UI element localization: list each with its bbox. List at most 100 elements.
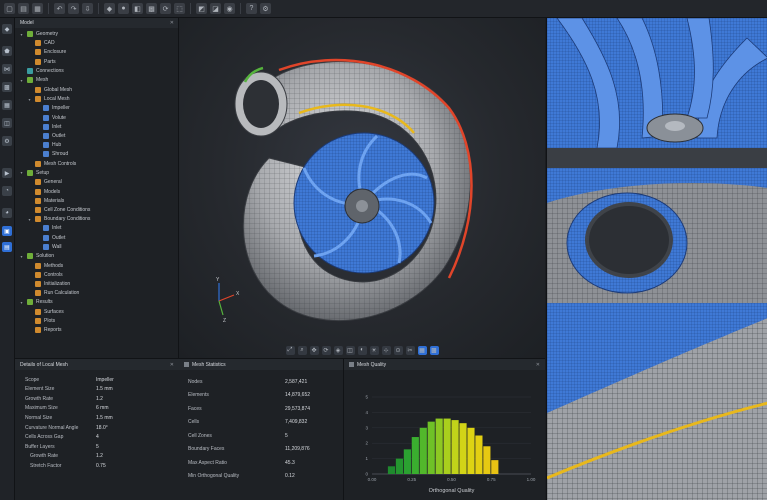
new-file-icon[interactable]: ▢ <box>4 3 15 14</box>
tree-item[interactable]: ▾ Boundary Conditions <box>27 215 90 223</box>
results-rail-icon[interactable]: ◔ <box>2 186 12 196</box>
clip-icon[interactable]: ✂ <box>405 345 415 355</box>
tree-item[interactable]: ▾ Solution <box>19 252 54 260</box>
section-view-icon[interactable]: ◐ <box>357 345 367 355</box>
tree-item[interactable]: Impeller <box>35 104 70 112</box>
tree-item[interactable]: Surfaces <box>27 308 64 316</box>
help-icon[interactable]: ? <box>246 3 257 14</box>
tree-item[interactable]: CAD <box>27 39 55 47</box>
tree-item[interactable]: Shroud <box>35 150 68 158</box>
details-value[interactable]: 18.0° <box>96 425 108 431</box>
geometry-rail-icon[interactable]: ⬟ <box>2 46 12 56</box>
fit-view-icon[interactable]: ⤢ <box>285 345 295 355</box>
close-icon[interactable]: ✕ <box>536 362 540 368</box>
tree-item[interactable]: Initialization <box>27 280 70 288</box>
rotate-view-icon[interactable]: ⟳ <box>321 345 331 355</box>
impeller-closeup-view[interactable] <box>546 18 767 168</box>
light-icon[interactable]: ☀ <box>369 345 379 355</box>
details-value[interactable]: 1.5 mm <box>96 415 113 421</box>
tree-item[interactable]: Global Mesh <box>27 86 72 94</box>
probe-icon[interactable]: ⊙ <box>393 345 403 355</box>
open-file-icon[interactable]: ▤ <box>18 3 29 14</box>
tree-item[interactable]: Inlet <box>35 224 61 232</box>
chevron-down-icon[interactable]: ▾ <box>19 300 24 305</box>
camera-icon[interactable]: ◉ <box>224 3 235 14</box>
tree-item[interactable]: Mesh Controls <box>27 160 76 168</box>
redo-icon[interactable]: ↷ <box>68 3 79 14</box>
details-value[interactable]: 6 mm <box>96 405 109 411</box>
graphics-viewport[interactable]: Y X Z <box>179 18 545 358</box>
volute-closeup-view[interactable] <box>546 303 767 500</box>
tree-item[interactable]: ▾ Local Mesh <box>27 95 70 103</box>
close-icon[interactable]: ✕ <box>170 362 174 368</box>
settings-icon[interactable]: ⚙ <box>260 3 271 14</box>
chevron-down-icon[interactable]: ▾ <box>19 170 24 175</box>
report-rail-icon[interactable]: ▤ <box>2 242 12 252</box>
view-front-icon[interactable]: ◩ <box>196 3 207 14</box>
connections-rail-icon[interactable]: ⋈ <box>2 64 12 74</box>
undo-icon[interactable]: ↶ <box>54 3 65 14</box>
local-mesh-rail-icon[interactable]: ▦ <box>2 100 12 110</box>
details-value[interactable]: 1.5 mm <box>96 386 113 392</box>
tree-item[interactable]: Outlet <box>35 132 65 140</box>
tree-item[interactable]: Plots <box>27 317 55 325</box>
edges-display-icon[interactable]: ▩ <box>429 345 439 355</box>
close-icon[interactable]: ✕ <box>170 20 174 26</box>
tree-item[interactable]: Parts <box>27 58 56 66</box>
rotate-tool-icon[interactable]: ⟳ <box>160 3 171 14</box>
mesh-rail-icon[interactable]: ▩ <box>2 82 12 92</box>
tree-item[interactable]: Inlet <box>35 123 61 131</box>
sphere-tool-icon[interactable]: ● <box>118 3 129 14</box>
tree-item[interactable]: Cell Zone Conditions <box>27 206 90 214</box>
details-row[interactable]: Stretch Factor 0.75 <box>30 461 180 470</box>
chevron-down-icon[interactable]: ▾ <box>19 32 24 37</box>
tree-item[interactable]: Wall <box>35 243 62 251</box>
iso-view-icon[interactable]: ◈ <box>333 345 343 355</box>
tree-item[interactable]: General <box>27 178 62 186</box>
controls-rail-icon[interactable]: ◫ <box>2 118 12 128</box>
view-iso-icon[interactable]: ◪ <box>210 3 221 14</box>
details-value[interactable]: 1.2 <box>96 396 103 402</box>
tree-item[interactable]: Connections <box>19 67 64 75</box>
tree-item[interactable]: Run Calculation <box>27 289 79 297</box>
cube-tool-icon[interactable]: ◧ <box>132 3 143 14</box>
details-row[interactable]: Growth Rate 1.2 <box>25 394 175 403</box>
measure-icon[interactable]: ⊹ <box>381 345 391 355</box>
import-icon[interactable]: ⇩ <box>82 3 93 14</box>
chevron-down-icon[interactable]: ▾ <box>19 254 24 259</box>
front-view-icon[interactable]: ◫ <box>345 345 355 355</box>
tree-item[interactable]: Enclosure <box>27 48 66 56</box>
tree-item[interactable]: ▾ Mesh <box>19 76 48 84</box>
pan-icon[interactable]: ✥ <box>309 345 319 355</box>
details-row[interactable]: Cells Across Gap 4 <box>25 433 175 442</box>
select-tool-icon[interactable]: ⬚ <box>174 3 185 14</box>
details-value[interactable]: Impeller <box>96 377 114 383</box>
mesh-display-icon[interactable]: ▦ <box>417 345 427 355</box>
details-row[interactable]: Buffer Layers 5 <box>25 442 175 451</box>
geometry-tool-icon[interactable]: ◆ <box>104 3 115 14</box>
setup-rail-icon[interactable]: ⚙ <box>2 136 12 146</box>
tree-item[interactable]: Models <box>27 188 60 196</box>
save-icon[interactable]: ▦ <box>32 3 43 14</box>
chevron-down-icon[interactable]: ▾ <box>27 217 32 222</box>
details-value[interactable]: 0.75 <box>96 463 106 469</box>
tree-item[interactable]: Outlet <box>35 234 65 242</box>
chevron-down-icon[interactable]: ▾ <box>19 78 24 83</box>
details-row[interactable]: Curvature Normal Angle 18.0° <box>25 423 175 432</box>
tree-item[interactable]: ▾ Results <box>19 298 53 306</box>
tree-item[interactable]: Hub <box>35 141 61 149</box>
model-rail-icon[interactable]: ◆ <box>2 24 12 34</box>
tree-item[interactable]: Controls <box>27 271 63 279</box>
tree-item[interactable]: Volute <box>35 114 66 122</box>
details-row[interactable]: Normal Size 1.5 mm <box>25 413 175 422</box>
details-row[interactable]: Scope Impeller <box>25 375 175 384</box>
inlet-closeup-view[interactable] <box>546 168 767 303</box>
details-row[interactable]: Element Size 1.5 mm <box>25 385 175 394</box>
tree-item[interactable]: Materials <box>27 197 64 205</box>
mesh-tool-icon[interactable]: ▩ <box>146 3 157 14</box>
details-value[interactable]: 1.2 <box>96 453 103 459</box>
tree-item[interactable]: ▾ Geometry <box>19 30 58 38</box>
solution-rail-icon[interactable]: ▶ <box>2 168 12 178</box>
zoom-icon[interactable]: ⌕ <box>297 345 307 355</box>
tree-item[interactable]: ▾ Setup <box>19 169 49 177</box>
